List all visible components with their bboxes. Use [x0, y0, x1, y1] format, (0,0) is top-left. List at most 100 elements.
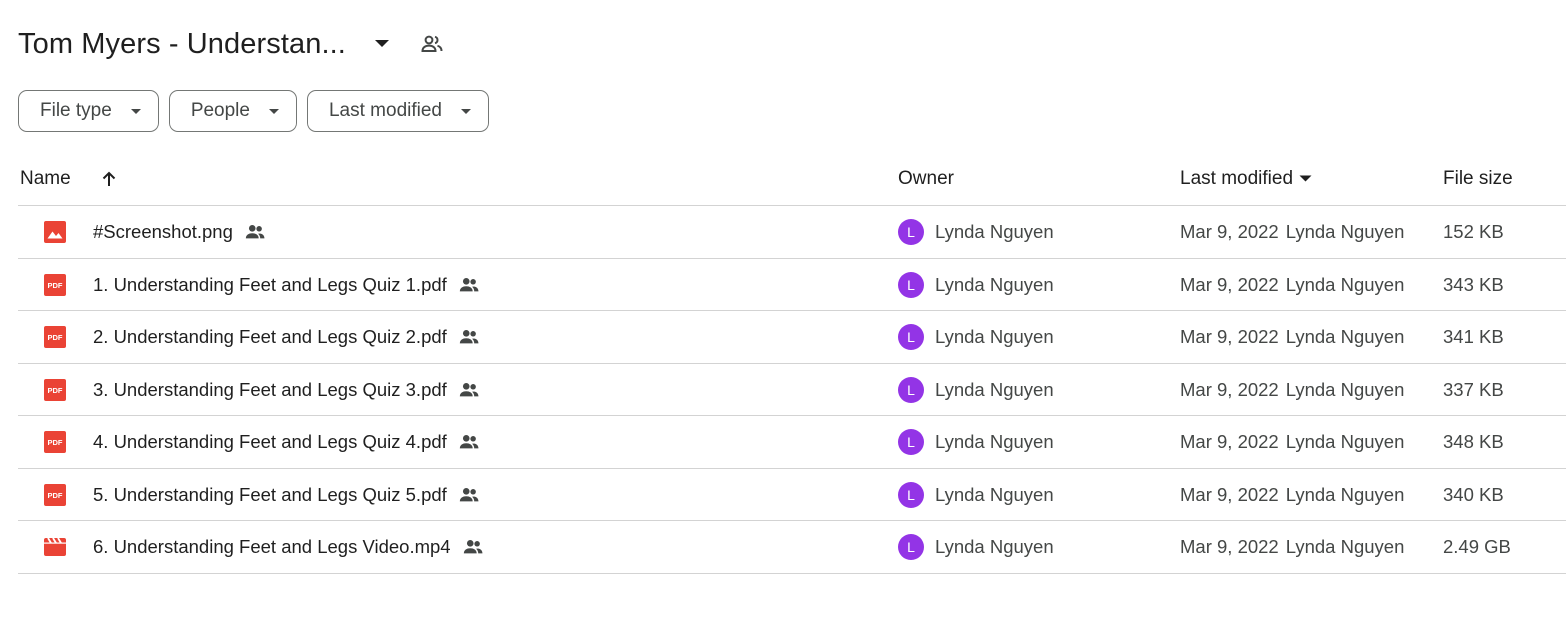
- modified-by: Lynda Nguyen: [1285, 326, 1405, 347]
- file-size-cell: 2.49 GB: [1443, 536, 1511, 557]
- chevron-down-icon: [268, 108, 280, 115]
- modified-by: Lynda Nguyen: [1285, 431, 1405, 452]
- pdf-badge-text: PDF: [48, 333, 63, 342]
- table-row[interactable]: 6. Understanding Feet and Legs Video.mp4…: [18, 521, 1566, 574]
- modified-by: Lynda Nguyen: [1285, 221, 1405, 242]
- file-name: 2. Understanding Feet and Legs Quiz 2.pd…: [93, 326, 447, 347]
- folder-shared-icon[interactable]: [418, 30, 446, 58]
- file-size-cell: 341 KB: [1443, 326, 1504, 347]
- owner-avatar[interactable]: L: [898, 481, 924, 508]
- people-filter-label: People: [190, 100, 250, 121]
- column-header-owner[interactable]: Owner: [898, 152, 954, 205]
- pdf-file-icon: PDF: [43, 364, 67, 416]
- last-modified-filter[interactable]: Last modified: [306, 90, 489, 132]
- file-name-cell[interactable]: 3. Understanding Feet and Legs Quiz 3.pd…: [93, 364, 480, 416]
- file-type-filter-label: File type: [40, 100, 112, 121]
- modified-by: Lynda Nguyen: [1285, 536, 1405, 557]
- people-filter[interactable]: People: [168, 90, 297, 132]
- folder-menu-dropdown-icon[interactable]: [368, 30, 396, 58]
- modified-date: Mar 9, 2022: [1180, 483, 1279, 505]
- file-name-cell[interactable]: 2. Understanding Feet and Legs Quiz 2.pd…: [93, 311, 480, 363]
- chevron-down-icon: [460, 108, 472, 115]
- modified-date: Mar 9, 2022: [1180, 273, 1279, 295]
- last-modified-cell: Mar 9, 2022 Lynda Nguyen: [1180, 521, 1404, 573]
- file-size-cell: 340 KB: [1443, 483, 1504, 505]
- modified-date: Mar 9, 2022: [1180, 536, 1279, 557]
- file-size-cell: 337 KB: [1443, 378, 1504, 400]
- modified-date: Mar 9, 2022: [1180, 326, 1279, 347]
- owner-name: Lynda Nguyen: [935, 536, 1054, 557]
- last-modified-filter-label: Last modified: [328, 100, 442, 121]
- pdf-badge-text: PDF: [48, 438, 63, 447]
- owner-cell: L Lynda Nguyen: [898, 364, 1054, 416]
- pdf-file-icon: PDF: [43, 469, 67, 521]
- file-size-cell: 348 KB: [1443, 431, 1504, 452]
- owner-cell: L Lynda Nguyen: [898, 469, 1054, 521]
- file-type-filter[interactable]: File type: [18, 90, 159, 132]
- column-header-file-size[interactable]: File size: [1443, 152, 1513, 205]
- file-name: 1. Understanding Feet and Legs Quiz 1.pd…: [93, 273, 447, 295]
- owner-avatar[interactable]: L: [898, 324, 924, 350]
- column-header-last-modified-label: Last modified: [1180, 167, 1294, 189]
- shared-people-icon: [458, 431, 480, 453]
- table-row[interactable]: PDF 3. Understanding Feet and Legs Quiz 3…: [18, 364, 1566, 416]
- modified-date: Mar 9, 2022: [1180, 221, 1279, 242]
- modified-by: Lynda Nguyen: [1285, 273, 1405, 295]
- last-modified-cell: Mar 9, 2022 Lynda Nguyen: [1180, 416, 1404, 468]
- pdf-badge-text: PDF: [48, 281, 63, 290]
- table-row[interactable]: #Screenshot.png L Lynda Nguyen Mar 9, 2022 L…: [18, 206, 1566, 259]
- shared-people-icon: [244, 221, 266, 243]
- file-size-cell: 343 KB: [1443, 273, 1504, 295]
- file-name: 6. Understanding Feet and Legs Video.mp4: [93, 536, 451, 557]
- file-name-cell[interactable]: 5. Understanding Feet and Legs Quiz 5.pd…: [93, 469, 480, 521]
- owner-avatar[interactable]: L: [898, 219, 924, 245]
- file-name-cell[interactable]: 6. Understanding Feet and Legs Video.mp4: [93, 521, 484, 573]
- file-name: 3. Understanding Feet and Legs Quiz 3.pd…: [93, 378, 447, 400]
- file-rows: #Screenshot.png L Lynda Nguyen Mar 9, 2022 L…: [18, 206, 1566, 574]
- file-name: 4. Understanding Feet and Legs Quiz 4.pd…: [93, 431, 447, 452]
- pdf-file-icon: PDF: [43, 416, 67, 468]
- table-row[interactable]: PDF 5. Understanding Feet and Legs Quiz 5…: [18, 469, 1566, 521]
- shared-people-icon: [458, 484, 480, 506]
- folder-title[interactable]: Tom Myers - Understan...: [18, 28, 346, 61]
- pdf-file-icon: PDF: [43, 311, 67, 363]
- shared-people-icon: [458, 274, 480, 296]
- modified-date: Mar 9, 2022: [1180, 378, 1279, 400]
- last-modified-cell: Mar 9, 2022 Lynda Nguyen: [1180, 259, 1404, 311]
- table-header: Name Owner Last modified File size: [18, 152, 1566, 206]
- file-name-cell[interactable]: #Screenshot.png: [93, 206, 266, 258]
- pdf-badge-text: PDF: [48, 386, 63, 395]
- filter-chips: File type People Last modified: [18, 90, 489, 132]
- owner-cell: L Lynda Nguyen: [898, 206, 1054, 258]
- file-name: 5. Understanding Feet and Legs Quiz 5.pd…: [93, 483, 447, 505]
- last-modified-cell: Mar 9, 2022 Lynda Nguyen: [1180, 469, 1404, 521]
- owner-name: Lynda Nguyen: [935, 273, 1054, 295]
- owner-avatar[interactable]: L: [898, 271, 924, 298]
- owner-cell: L Lynda Nguyen: [898, 311, 1054, 363]
- owner-cell: L Lynda Nguyen: [898, 521, 1054, 573]
- sort-arrow-up-icon[interactable]: [98, 152, 120, 205]
- file-name-cell[interactable]: 1. Understanding Feet and Legs Quiz 1.pd…: [93, 259, 480, 311]
- shared-people-icon: [462, 536, 484, 558]
- table-row[interactable]: PDF 2. Understanding Feet and Legs Quiz 2…: [18, 311, 1566, 364]
- table-row[interactable]: PDF 4. Understanding Feet and Legs Quiz 4…: [18, 416, 1566, 469]
- owner-cell: L Lynda Nguyen: [898, 416, 1054, 468]
- owner-name: Lynda Nguyen: [935, 483, 1054, 505]
- table-row[interactable]: PDF 1. Understanding Feet and Legs Quiz 1…: [18, 259, 1566, 311]
- last-modified-cell: Mar 9, 2022 Lynda Nguyen: [1180, 364, 1404, 416]
- file-name-cell[interactable]: 4. Understanding Feet and Legs Quiz 4.pd…: [93, 416, 480, 468]
- owner-avatar[interactable]: L: [898, 376, 924, 403]
- owner-name: Lynda Nguyen: [935, 378, 1054, 400]
- column-header-last-modified[interactable]: Last modified: [1180, 152, 1312, 205]
- owner-avatar[interactable]: L: [898, 534, 924, 560]
- column-header-name[interactable]: Name: [20, 152, 71, 205]
- image-file-icon: [43, 206, 67, 258]
- last-modified-cell: Mar 9, 2022 Lynda Nguyen: [1180, 311, 1404, 363]
- owner-avatar[interactable]: L: [898, 429, 924, 455]
- last-modified-cell: Mar 9, 2022 Lynda Nguyen: [1180, 206, 1404, 258]
- owner-name: Lynda Nguyen: [935, 326, 1054, 347]
- file-name: #Screenshot.png: [93, 221, 233, 242]
- modified-by: Lynda Nguyen: [1285, 483, 1405, 505]
- title-bar: Tom Myers - Understan...: [18, 22, 446, 66]
- pdf-file-icon: PDF: [43, 259, 67, 311]
